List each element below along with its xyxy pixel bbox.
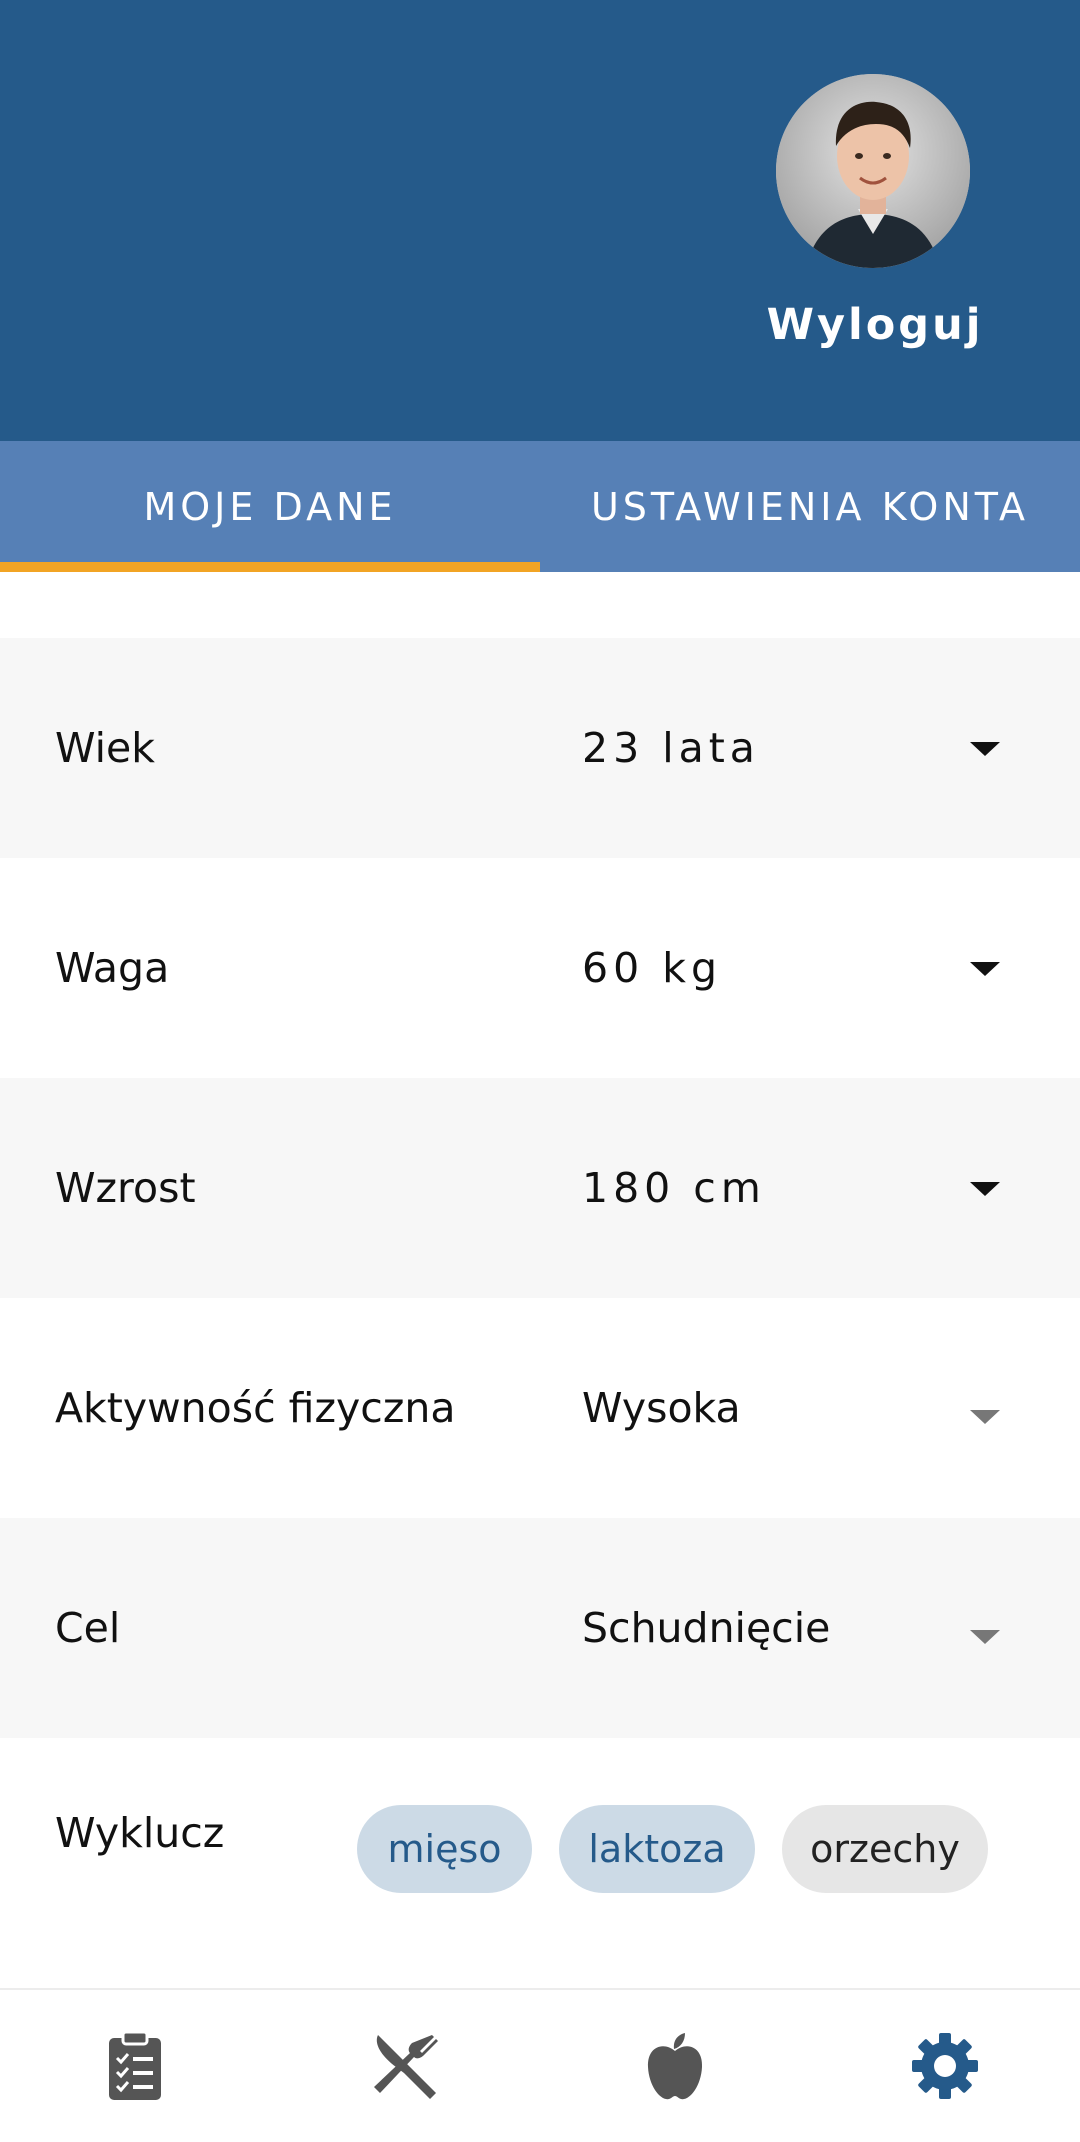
nav-meals[interactable] xyxy=(270,1990,540,2142)
chevron-down-icon[interactable] xyxy=(970,1630,1000,1644)
field-row-height[interactable]: Wzrost 180 cm xyxy=(0,1078,1080,1298)
goal-select[interactable]: Schudnięcie xyxy=(582,1518,830,1738)
tab-my-data[interactable]: MOJE DANE xyxy=(0,441,540,572)
field-label: Wzrost xyxy=(55,1164,196,1212)
nav-settings[interactable] xyxy=(810,1990,1080,2142)
field-row-activity[interactable]: Aktywność fizyczna Wysoka xyxy=(0,1298,1080,1518)
apple-icon xyxy=(647,2033,703,2100)
tab-bar: MOJE DANE USTAWIENIA KONTA xyxy=(0,441,1080,572)
exclude-label: Wyklucz xyxy=(55,1809,225,1857)
chevron-down-icon[interactable] xyxy=(970,962,1000,976)
exclude-chip-meat[interactable]: mięso xyxy=(357,1805,532,1893)
chevron-down-icon[interactable] xyxy=(970,1410,1000,1424)
chevron-down-icon[interactable] xyxy=(970,742,1000,756)
activity-select[interactable]: Wysoka xyxy=(582,1298,741,1518)
clipboard-icon xyxy=(109,2030,161,2100)
logout-button[interactable]: Wyloguj xyxy=(760,300,990,350)
height-select[interactable]: 180 cm xyxy=(582,1078,766,1298)
field-label: Waga xyxy=(55,944,170,992)
bottom-navigation xyxy=(0,1988,1080,2142)
chevron-down-icon[interactable] xyxy=(970,1182,1000,1196)
field-row-goal[interactable]: Cel Schudnięcie xyxy=(0,1518,1080,1738)
field-label: Cel xyxy=(55,1604,121,1652)
age-select[interactable]: 23 lata xyxy=(582,638,760,858)
field-row-weight[interactable]: Waga 60 kg xyxy=(0,858,1080,1078)
exclude-chip-lactose[interactable]: laktoza xyxy=(559,1805,755,1893)
field-label: Wiek xyxy=(55,724,155,772)
nav-products[interactable] xyxy=(540,1990,810,2142)
fork-knife-icon xyxy=(374,2035,438,2099)
profile-header: Wyloguj xyxy=(0,0,1080,441)
nav-plan[interactable] xyxy=(0,1990,270,2142)
gear-icon xyxy=(912,2033,978,2099)
avatar[interactable] xyxy=(776,74,970,268)
active-tab-indicator xyxy=(0,562,540,572)
field-row-age[interactable]: Wiek 23 lata xyxy=(0,638,1080,858)
tab-account-settings[interactable]: USTAWIENIA KONTA xyxy=(540,441,1080,572)
weight-select[interactable]: 60 kg xyxy=(582,858,722,1078)
exclude-chip-nuts[interactable]: orzechy xyxy=(782,1805,988,1893)
field-label: Aktywność fizyczna xyxy=(55,1384,456,1432)
